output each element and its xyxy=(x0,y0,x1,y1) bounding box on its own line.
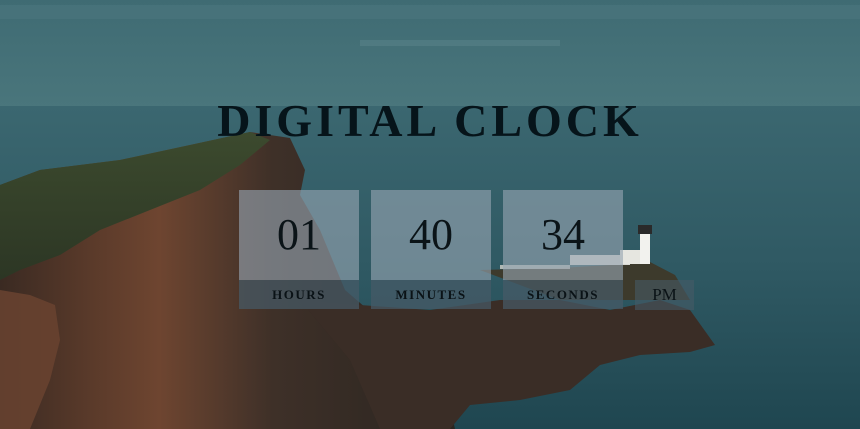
minutes-unit: 40 MINUTES xyxy=(371,190,491,309)
period-indicator: PM xyxy=(635,280,694,310)
hours-unit: 01 HOURS xyxy=(239,190,359,309)
seconds-value: 34 xyxy=(503,190,623,280)
hours-label: HOURS xyxy=(239,280,359,309)
seconds-label: SECONDS xyxy=(503,280,623,309)
hours-value: 01 xyxy=(239,190,359,280)
page-title: DIGITAL CLOCK xyxy=(217,95,643,146)
minutes-label: MINUTES xyxy=(371,280,491,309)
minutes-value: 40 xyxy=(371,190,491,280)
seconds-unit: 34 SECONDS xyxy=(503,190,623,309)
